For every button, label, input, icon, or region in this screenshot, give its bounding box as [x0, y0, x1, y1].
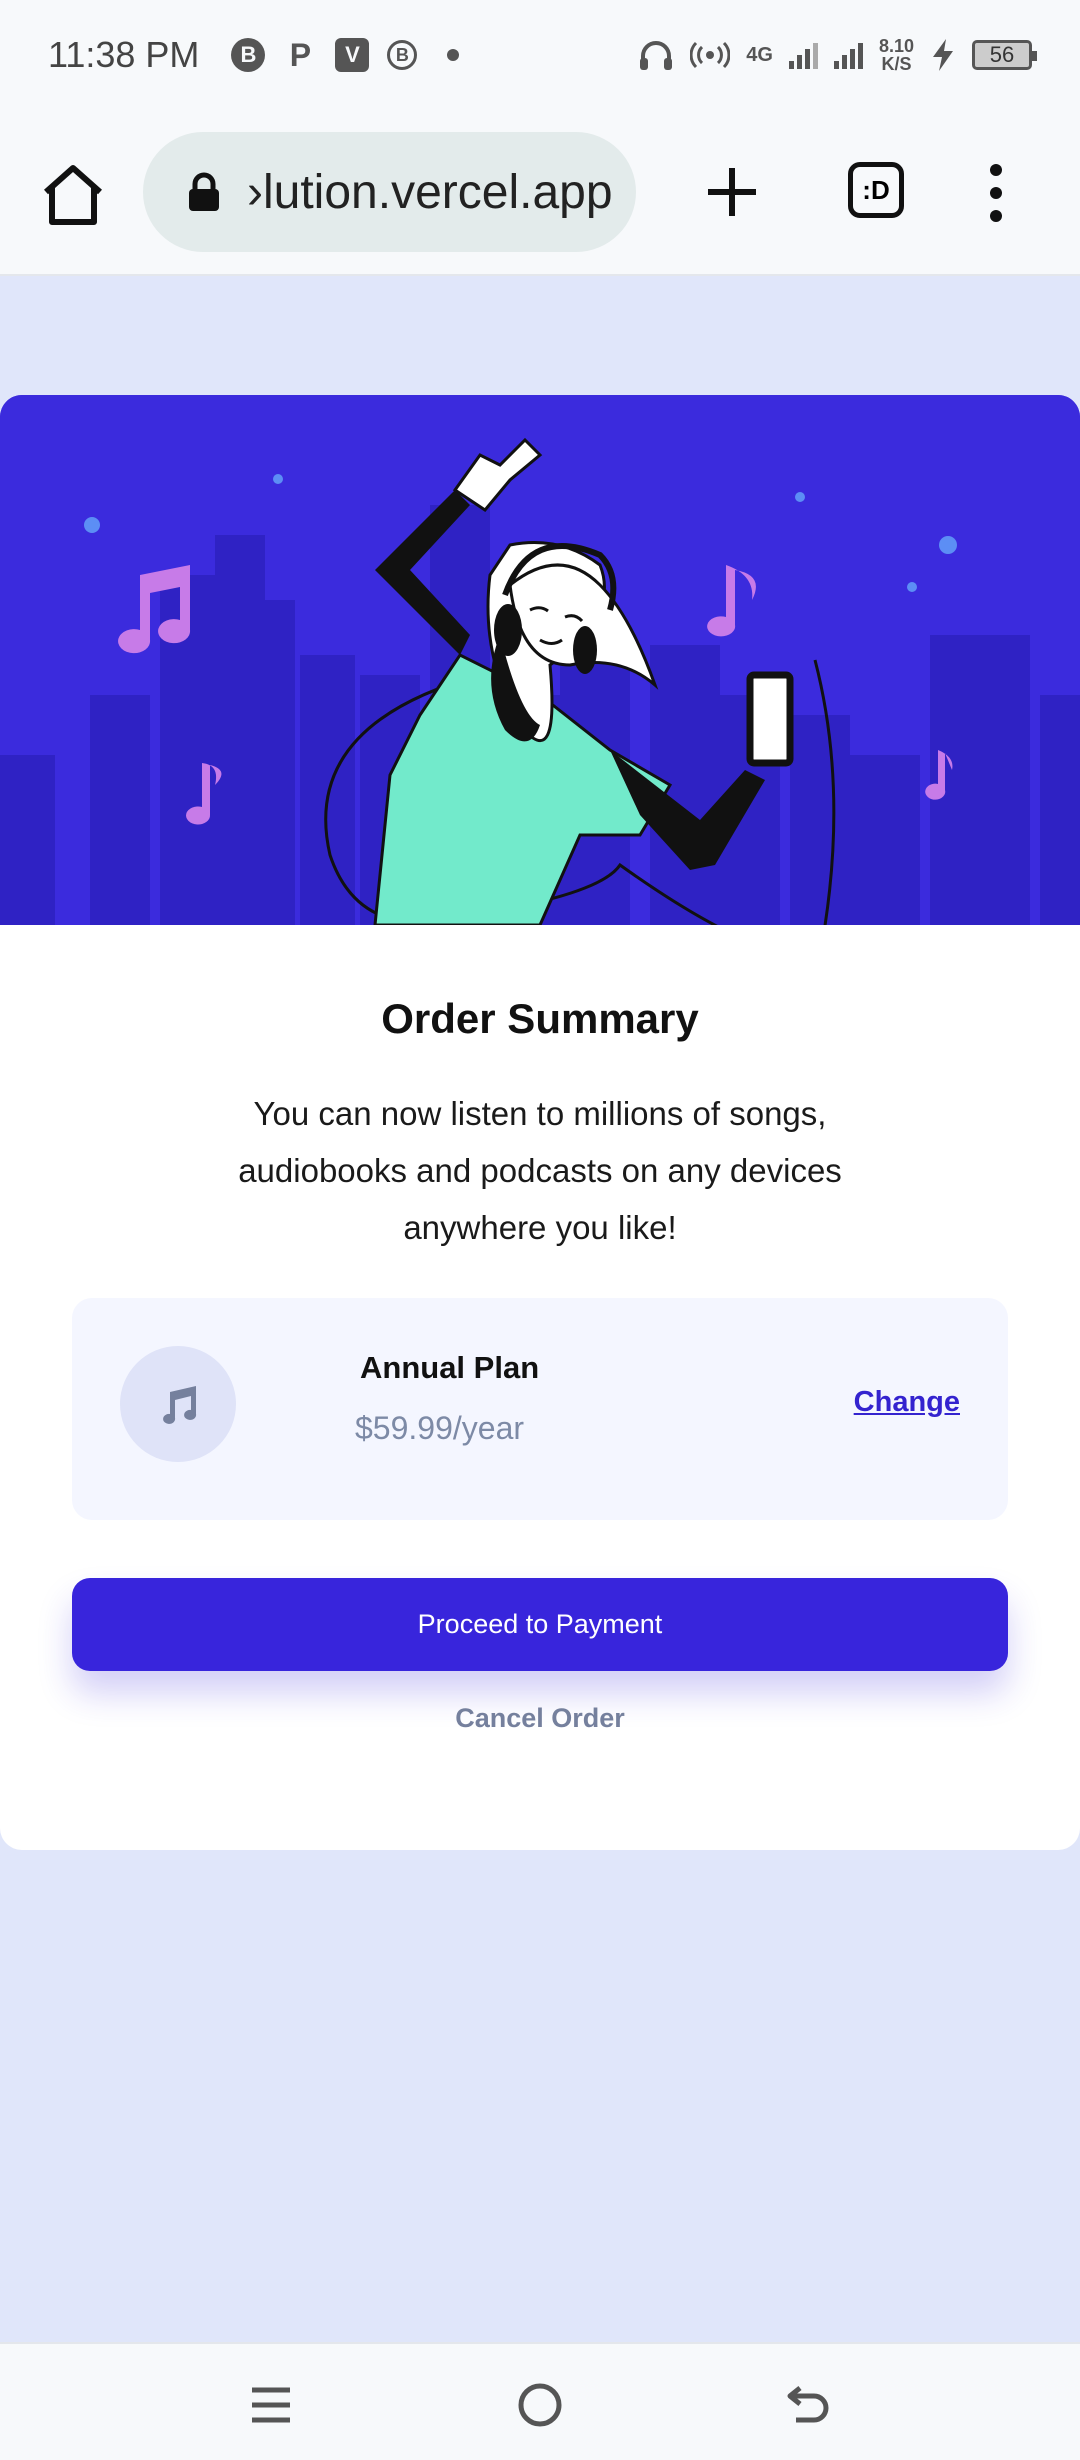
headphones-icon	[640, 41, 673, 70]
order-description: You can now listen to millions of songs,…	[238, 1095, 842, 1246]
browser-toolbar: ›lution.vercel.app :D	[0, 110, 1080, 276]
url-text: ›lution.vercel.app	[247, 165, 613, 219]
cancel-order-link[interactable]: Cancel Order	[0, 1703, 1080, 1734]
new-tab-plus-icon[interactable]	[700, 160, 764, 224]
more-notifications-dot-icon	[447, 49, 460, 61]
notification-p-icon: P	[289, 36, 312, 73]
change-plan-link[interactable]: Change	[854, 1386, 960, 1419]
proceed-to-payment-button[interactable]: Proceed to Payment	[72, 1578, 1008, 1671]
lock-icon	[189, 172, 219, 211]
signal-strength-2-icon	[833, 41, 863, 69]
net-speed-unit: K/S	[881, 54, 912, 74]
home-circle-icon[interactable]	[513, 2378, 567, 2432]
plan-price: $59.99/year	[355, 1410, 525, 1446]
plan-summary: Annual Plan $59.99/year Change	[72, 1298, 1008, 1520]
plan-name: Annual Plan	[360, 1350, 540, 1385]
status-bar: 11:38 PM B P V B 4G 8.10 K/S 56	[0, 0, 1080, 110]
back-icon[interactable]	[782, 2378, 836, 2432]
recent-apps-icon[interactable]	[244, 2378, 298, 2432]
kebab-menu-icon[interactable]	[978, 160, 1014, 226]
notification-b-outline-icon: B	[387, 40, 418, 70]
signal-strength-icon	[788, 41, 818, 69]
dancing-person-illustration	[0, 395, 1080, 925]
address-bar[interactable]: ›lution.vercel.app	[143, 132, 636, 252]
battery-indicator: 56	[972, 40, 1037, 70]
notification-v-icon: V	[335, 38, 370, 72]
hero-illustration	[0, 395, 1080, 925]
home-icon[interactable]	[38, 162, 108, 228]
charging-icon	[933, 39, 953, 71]
status-time: 11:38 PM	[48, 34, 200, 75]
page-title: Order Summary	[381, 995, 699, 1042]
net-speed-value: 8.10	[878, 36, 914, 56]
music-note-icon	[163, 1386, 197, 1424]
hotspot-icon	[690, 41, 731, 69]
system-navigation-bar	[0, 2342, 1080, 2460]
tab-switcher-button[interactable]: :D	[848, 162, 904, 218]
plan-icon-circle	[120, 1346, 236, 1462]
net-speed: 8.10 K/S	[879, 37, 914, 73]
network-type: 4G	[746, 44, 773, 66]
order-summary-card: Order Summary You can now listen to mill…	[0, 395, 1080, 1850]
notification-b-icon: B	[231, 38, 266, 72]
